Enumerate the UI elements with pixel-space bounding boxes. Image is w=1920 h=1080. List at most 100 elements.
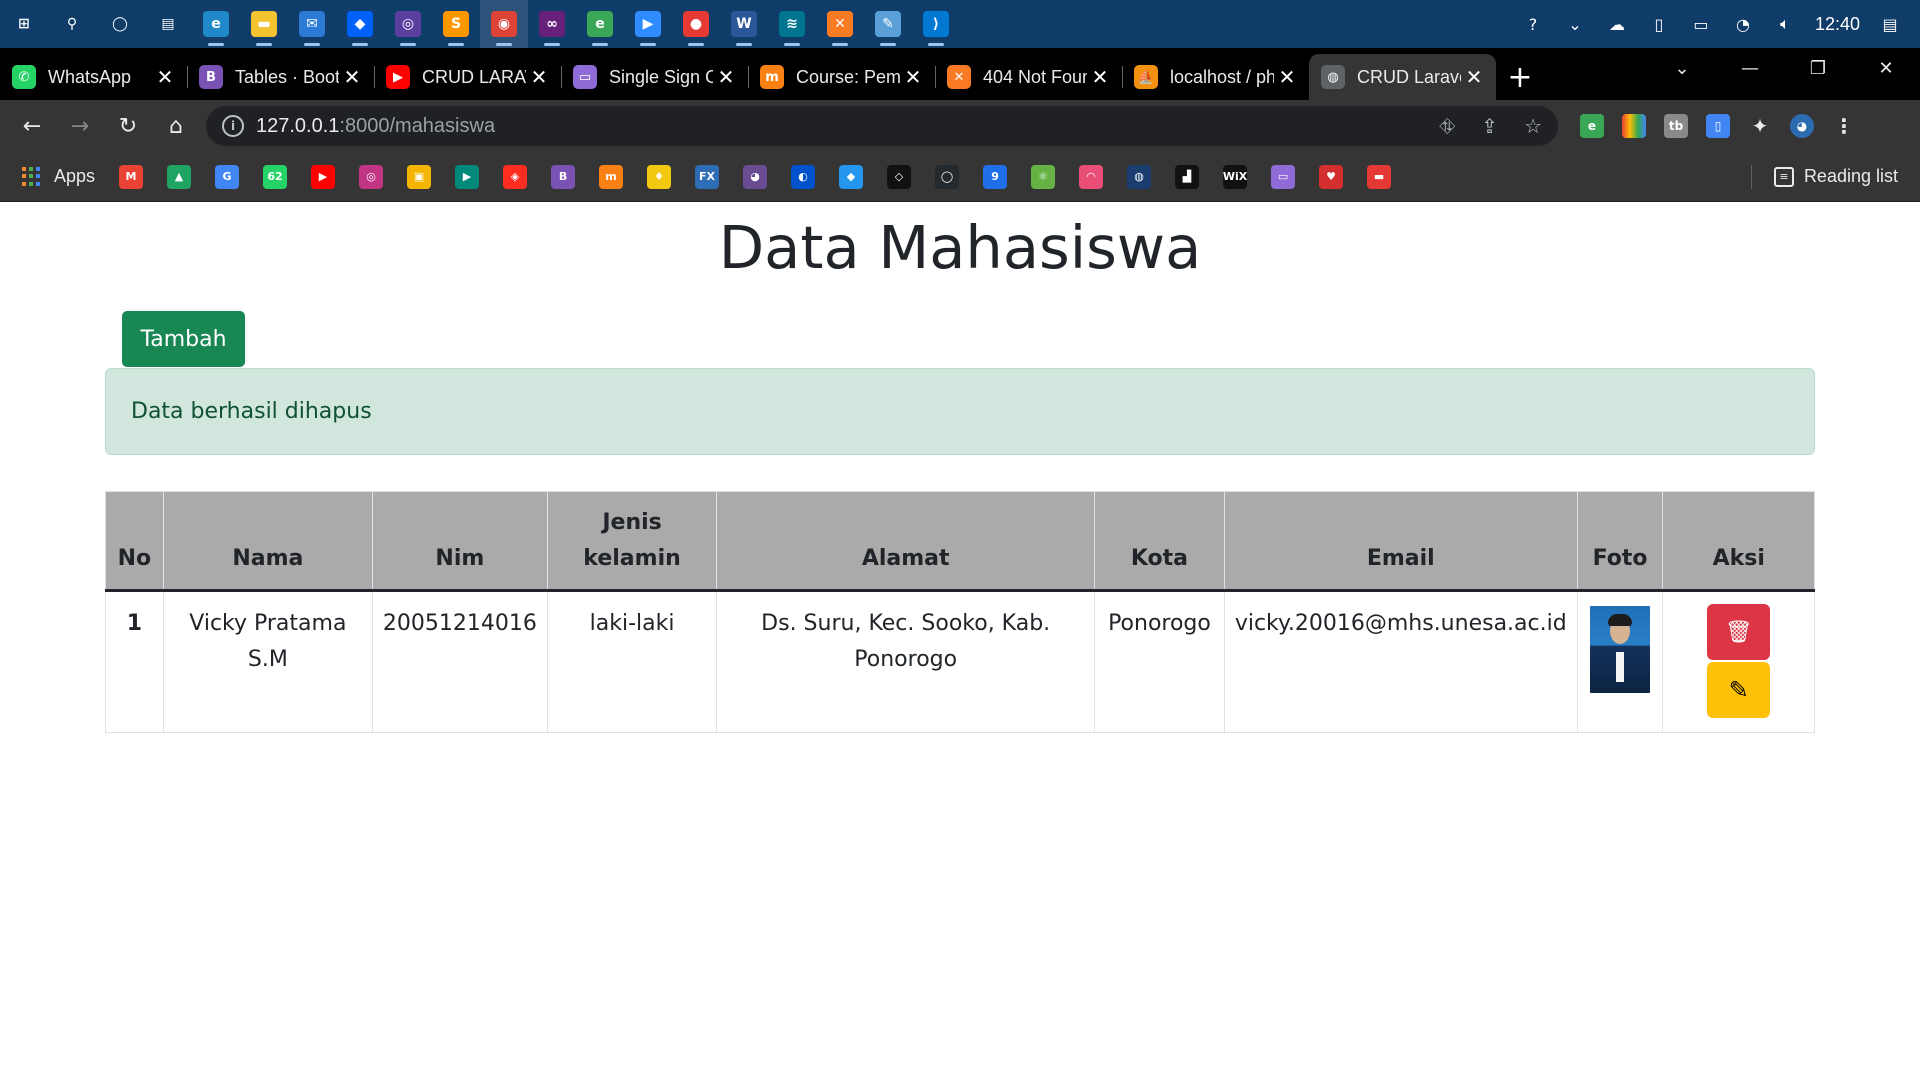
minimize-button[interactable]: — bbox=[1716, 48, 1784, 88]
heart-icon[interactable]: ♥ bbox=[1319, 164, 1344, 189]
word-taskbar-button[interactable]: W bbox=[720, 0, 768, 48]
tab-close-icon[interactable]: ✕ bbox=[529, 65, 549, 89]
tab-close-icon[interactable]: ✕ bbox=[716, 65, 736, 89]
search-taskbar-button[interactable]: ⚲ bbox=[48, 0, 96, 48]
restore-button[interactable]: ❐ bbox=[1784, 48, 1852, 88]
chrome-taskbar-button[interactable]: ◉ bbox=[480, 0, 528, 48]
edge-taskbar-button[interactable]: e bbox=[192, 0, 240, 48]
browser-tab[interactable]: ✕404 Not Found✕ bbox=[935, 54, 1122, 100]
help-icon[interactable]: ? bbox=[1521, 12, 1545, 36]
clock[interactable]: 12:40 bbox=[1815, 14, 1860, 35]
add-button[interactable]: Tambah bbox=[122, 311, 245, 367]
tb-extension-icon[interactable]: tb bbox=[1664, 114, 1688, 138]
profile-avatar[interactable]: ◕ bbox=[1790, 114, 1814, 138]
menu-kebab-icon[interactable]: ⋮ bbox=[1832, 114, 1856, 138]
edge-bookmark-icon[interactable]: ◐ bbox=[791, 164, 816, 189]
wix-icon[interactable]: WiX bbox=[1223, 164, 1247, 189]
translate-icon[interactable]: ⛗ bbox=[1439, 114, 1455, 138]
reading-list-button[interactable]: ≡ Reading list bbox=[1750, 164, 1898, 189]
tab-search-icon[interactable]: ⌄ bbox=[1648, 48, 1716, 88]
bookmark-star-icon[interactable]: ☆ bbox=[1524, 114, 1542, 138]
file-explorer-taskbar-button[interactable]: ▬ bbox=[240, 0, 288, 48]
red-box-icon[interactable]: ▬ bbox=[1367, 164, 1392, 189]
edge-extension-icon[interactable]: e bbox=[1580, 114, 1604, 138]
rainbow-icon[interactable]: ◠ bbox=[1079, 164, 1104, 189]
tab-favicon-icon: m bbox=[760, 65, 784, 89]
new-tab-button[interactable]: + bbox=[1496, 54, 1544, 100]
onedrive-icon[interactable]: ☁ bbox=[1605, 12, 1629, 36]
site-info-icon[interactable]: i bbox=[222, 115, 244, 137]
visual-studio-taskbar-button[interactable]: ∞ bbox=[528, 0, 576, 48]
browser-tab[interactable]: B Tables · Bootstrap✕ bbox=[187, 54, 374, 100]
laravel-icon[interactable]: ◈ bbox=[503, 164, 528, 189]
bootstrap-icon[interactable]: B bbox=[551, 164, 576, 189]
reload-button[interactable]: ↻ bbox=[104, 102, 152, 150]
tab-close-icon[interactable]: ✕ bbox=[1277, 65, 1297, 89]
phone-icon[interactable]: ▯ bbox=[1647, 12, 1671, 36]
vscode-taskbar-button[interactable]: ⟩ bbox=[912, 0, 960, 48]
back-button[interactable]: ← bbox=[8, 102, 56, 150]
share-icon[interactable]: ⇪ bbox=[1481, 114, 1498, 138]
browser-tab[interactable]: ◍ CRUD Laravel✕ bbox=[1309, 54, 1496, 100]
apps-bookmark[interactable]: Apps bbox=[22, 166, 95, 187]
github-desktop-taskbar-button[interactable]: ◎ bbox=[384, 0, 432, 48]
mail-taskbar-button[interactable]: ✉ bbox=[288, 0, 336, 48]
mysql-workbench-taskbar-button[interactable]: ≋ bbox=[768, 0, 816, 48]
edit-button[interactable]: ✎ bbox=[1707, 662, 1771, 718]
gmail-icon[interactable]: M bbox=[119, 164, 144, 189]
whatsapp-icon[interactable]: 62 bbox=[263, 164, 288, 189]
windows-start-taskbar-button[interactable]: ⊞ bbox=[0, 0, 48, 48]
classroom-icon[interactable]: ▣ bbox=[407, 164, 432, 189]
youtube-icon[interactable]: ▶ bbox=[311, 164, 336, 189]
tab-close-icon[interactable]: ✕ bbox=[903, 65, 923, 89]
wifi-icon[interactable]: ◔ bbox=[1731, 12, 1755, 36]
docker-icon[interactable]: ◆ bbox=[839, 164, 864, 189]
xampp-taskbar-button[interactable]: ✕ bbox=[816, 0, 864, 48]
home-button[interactable]: ⌂ bbox=[152, 102, 200, 150]
volume-icon[interactable]: 🔈︎ bbox=[1773, 12, 1797, 36]
meet-icon[interactable]: ▶ bbox=[455, 164, 480, 189]
tab-close-icon[interactable]: ✕ bbox=[155, 65, 175, 89]
sso-icon[interactable]: ▭ bbox=[1271, 164, 1296, 189]
address-bar[interactable]: i 127.0.0.1:8000/mahasiswa ⛗ ⇪ ☆ bbox=[206, 106, 1558, 146]
dropbox-taskbar-button[interactable]: ◆ bbox=[336, 0, 384, 48]
delete-button[interactable]: 🗑︎ bbox=[1707, 604, 1771, 660]
tab-close-icon[interactable]: ✕ bbox=[342, 65, 362, 89]
github-icon[interactable]: ◯ bbox=[935, 164, 960, 189]
browser-tab[interactable]: ▶ CRUD LARAVEL✕ bbox=[374, 54, 561, 100]
browser-tab[interactable]: ⛵ localhost / phpMyAdmin✕ bbox=[1122, 54, 1309, 100]
tab-close-icon[interactable]: ✕ bbox=[1090, 65, 1110, 89]
instagram-icon[interactable]: ◎ bbox=[359, 164, 384, 189]
tab-close-icon[interactable]: ✕ bbox=[1464, 65, 1484, 89]
recorder-taskbar-button[interactable]: ● bbox=[672, 0, 720, 48]
notes-taskbar-button[interactable]: ✎ bbox=[864, 0, 912, 48]
atom-icon[interactable]: ⚛ bbox=[1031, 164, 1056, 189]
edge-dev-taskbar-button[interactable]: e bbox=[576, 0, 624, 48]
cortana-taskbar-button[interactable]: ◯ bbox=[96, 0, 144, 48]
browser-tab[interactable]: ▭ Single Sign On✕ bbox=[561, 54, 748, 100]
zoom-taskbar-button[interactable]: ▶ bbox=[624, 0, 672, 48]
notifications-icon[interactable]: ▤ bbox=[1878, 12, 1902, 36]
mascot-icon[interactable]: ◕ bbox=[743, 164, 768, 189]
colorful-extension-icon[interactable] bbox=[1622, 114, 1646, 138]
extensions-puzzle-icon[interactable]: ✦ bbox=[1748, 114, 1772, 138]
browser-tab[interactable]: ✆ WhatsApp ✕ bbox=[0, 54, 187, 100]
browser-tab[interactable]: m Course: Pemrograman✕ bbox=[748, 54, 935, 100]
globe-icon[interactable]: ◍ bbox=[1127, 164, 1152, 189]
docs-extension-icon[interactable]: ▯ bbox=[1706, 114, 1730, 138]
close-window-button[interactable]: ✕ bbox=[1852, 48, 1920, 88]
google-drive-icon[interactable]: ▲ bbox=[167, 164, 192, 189]
nine-icon[interactable]: 9 bbox=[983, 164, 1008, 189]
battery-icon[interactable]: ▭ bbox=[1689, 12, 1713, 36]
forward-button[interactable]: → bbox=[56, 102, 104, 150]
task-view-taskbar-button[interactable]: ▤ bbox=[144, 0, 192, 48]
moodle-icon[interactable]: m bbox=[599, 164, 624, 189]
unsplash-icon[interactable]: ▟ bbox=[1175, 164, 1200, 189]
codepen-icon[interactable]: ◇ bbox=[887, 164, 912, 189]
sublime-text-taskbar-button[interactable]: S bbox=[432, 0, 480, 48]
google-icon[interactable]: G bbox=[215, 164, 240, 189]
chevron-up-icon[interactable]: ⌄ bbox=[1563, 12, 1587, 36]
fx-icon[interactable]: FX bbox=[695, 164, 720, 189]
bee-icon[interactable]: ♦ bbox=[647, 164, 672, 189]
bookmark-separator bbox=[1750, 164, 1752, 189]
